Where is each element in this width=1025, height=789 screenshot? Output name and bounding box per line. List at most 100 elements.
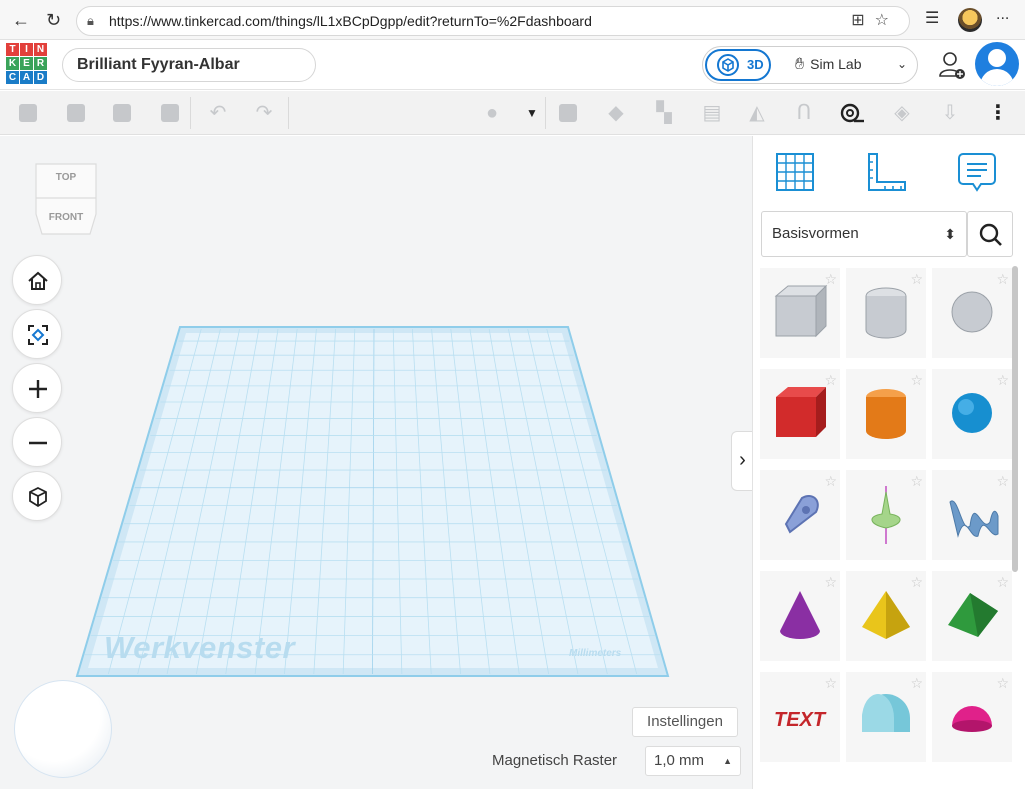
home-view-button[interactable] [12, 255, 62, 305]
project-name-field[interactable]: Brilliant Fyyran-Albar [62, 48, 316, 82]
paste-icon[interactable] [64, 101, 88, 125]
browser-menu-button[interactable]: ... [996, 6, 1009, 24]
orbit-navigation-ball[interactable] [14, 680, 112, 778]
shape-thumbnail-icon [871, 486, 901, 544]
shape-item[interactable]: ☆ [932, 369, 1012, 459]
mode-3d-button[interactable]: 3D [705, 49, 771, 81]
mirror-icon[interactable]: ◭ [745, 101, 769, 125]
shape-item[interactable]: ☆ [760, 369, 840, 459]
settings-button[interactable]: Instellingen [632, 707, 738, 737]
shape-thumbnail-icon [949, 500, 999, 538]
viewcube-front-label[interactable]: FRONT [34, 212, 98, 223]
perspective-cube-icon [29, 486, 47, 508]
shape-item[interactable]: ☆ [846, 571, 926, 661]
shape-category-select[interactable]: Basisvormen ⬍ [761, 211, 967, 257]
magnet-icon[interactable]: Ո [792, 101, 816, 125]
sim-lab-label: Sim Lab [810, 56, 862, 72]
delete-icon[interactable] [158, 101, 182, 125]
group-icon[interactable] [556, 101, 580, 125]
ruler-tape-icon[interactable] [840, 101, 864, 125]
shape-item[interactable]: ☆ [760, 571, 840, 661]
add-user-icon[interactable] [938, 50, 966, 80]
toolbar-divider [545, 97, 546, 129]
shape-item[interactable]: ☆ [846, 470, 926, 560]
panel-scrollbar[interactable] [1012, 266, 1018, 572]
tinkercad-logo[interactable]: TIN KER CAD [6, 43, 48, 85]
shape-item[interactable]: ☆ TEXT [760, 672, 840, 762]
caret-down-icon[interactable]: ▼ [520, 101, 544, 125]
redo-icon[interactable]: ↷ [252, 101, 276, 125]
hole-solid-icon[interactable]: ▚ [652, 101, 676, 125]
url-bar[interactable]: 🔒︎ https://www.tinkercad.com/things/lL1x… [76, 6, 910, 36]
shape-item[interactable]: ☆ [932, 470, 1012, 560]
search-shapes-button[interactable] [967, 211, 1013, 257]
app-header: TIN KER CAD Brilliant Fyyran-Albar 3D ✋︎ Si… [0, 40, 1025, 90]
viewcube-top-label[interactable]: TOP [34, 172, 98, 183]
more-options-icon[interactable]: ⋮ [986, 101, 1010, 125]
logo-letter: K [6, 57, 19, 70]
browser-profile-avatar[interactable] [958, 8, 982, 32]
logo-letter: T [6, 43, 19, 56]
shape-item[interactable]: ☆ [846, 672, 926, 762]
notes-icon[interactable] [955, 150, 999, 194]
logo-letter: E [20, 57, 33, 70]
logo-letter: A [20, 71, 33, 84]
sim-lab-button[interactable]: ✋︎ Sim Lab [795, 56, 861, 74]
shape-thumbnail-icon [774, 284, 828, 338]
shape-thumbnail-icon [776, 387, 826, 437]
undo-icon[interactable]: ↶ [206, 101, 230, 125]
shape-item[interactable]: ☆ [932, 268, 1012, 358]
triangle-up-icon: ▲ [723, 756, 732, 766]
url-text: https://www.tinkercad.com/things/lL1xBCp… [109, 13, 592, 29]
shape-item[interactable]: ☆ [846, 369, 926, 459]
zoom-out-button[interactable] [12, 417, 62, 467]
light-bulb-icon[interactable]: ● [480, 101, 504, 125]
fit-view-button[interactable] [12, 309, 62, 359]
zoom-in-button[interactable] [12, 363, 62, 413]
logo-letter: C [6, 71, 19, 84]
workplane-canvas[interactable]: TOP FRONT Werkvenster Millimeters Instel… [0, 136, 753, 789]
workplane-grid[interactable] [0, 136, 752, 789]
cube-icon [717, 54, 739, 76]
site-info-icon[interactable]: 🔒︎ [87, 7, 94, 35]
search-icon [979, 223, 1002, 246]
copy-icon[interactable] [16, 101, 40, 125]
reload-icon[interactable]: ↻ [46, 10, 61, 31]
shape-thumbnail-icon [952, 393, 992, 433]
align-icon[interactable]: ▤ [700, 101, 724, 125]
app-install-icon[interactable]: ⊞ [851, 12, 874, 29]
mode-3d-label: 3D [747, 57, 764, 72]
svg-text:TEXT: TEXT [774, 709, 827, 731]
shape-item[interactable]: ☆ [760, 470, 840, 560]
shape-item[interactable]: ☆ [846, 268, 926, 358]
workplane-units: Millimeters [569, 648, 622, 659]
favorite-star-icon[interactable]: ☆ [875, 12, 899, 29]
shape-item[interactable]: ☆ [932, 672, 1012, 762]
import-icon[interactable]: ⇩ [938, 101, 962, 125]
updown-arrow-icon: ⬍ [944, 226, 956, 242]
shape-item[interactable]: ☆ [760, 268, 840, 358]
shape-item[interactable]: ☆ [932, 571, 1012, 661]
shape-thumbnail-icon [865, 287, 907, 339]
ruler-icon[interactable] [865, 150, 909, 194]
logo-letter: N [34, 43, 47, 56]
shape-thumbnail-icon [952, 706, 992, 732]
toolbar-divider [190, 97, 191, 129]
collapse-panel-button[interactable]: › [731, 431, 753, 491]
shape-thumbnail-icon [780, 591, 820, 639]
user-avatar[interactable] [975, 42, 1019, 86]
favorites-list-icon[interactable]: ☰ [925, 8, 939, 28]
duplicate-icon[interactable] [110, 101, 134, 125]
shape-thumbnail-icon [951, 291, 993, 333]
back-arrow-icon[interactable]: ← [12, 10, 30, 31]
ungroup-icon[interactable]: ◆ [604, 101, 628, 125]
workplane-grid-icon[interactable] [773, 150, 817, 194]
snap-grid-select[interactable]: 1,0 mm ▲ [645, 746, 741, 776]
plus-icon [29, 380, 47, 398]
projection-toggle-button[interactable] [12, 471, 62, 521]
note-icon[interactable]: ◈ [890, 101, 914, 125]
chevron-down-icon[interactable]: ⌄ [897, 57, 907, 71]
edit-toolbar: ↶ ↷ ● ▼ ◆ ▚ ▤ ◭ Ո ◈ ⇩ ⋮ [0, 91, 1025, 135]
mode-switcher: 3D ✋︎ Sim Lab ⌄ [702, 46, 918, 84]
snap-grid-label: Magnetisch Raster [492, 752, 618, 769]
